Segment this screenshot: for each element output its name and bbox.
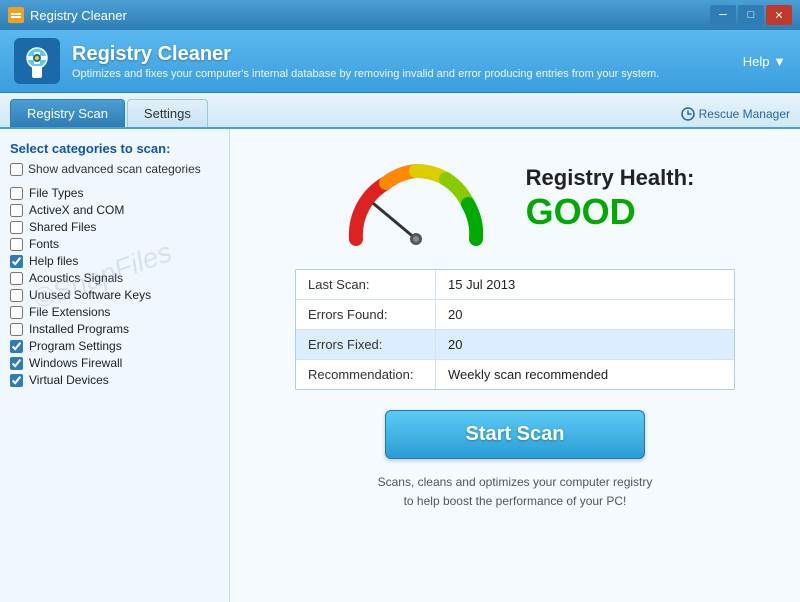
main-content: Select categories to scan: Show advanced… [0, 129, 800, 602]
tab-bar: Registry Scan Settings Rescue Manager [0, 93, 800, 129]
app-subtitle: Optimizes and fixes your computer's inte… [72, 68, 659, 80]
category-checkbox-7[interactable] [10, 306, 23, 319]
app-title: Registry Cleaner [72, 43, 659, 66]
category-item-3[interactable]: Fonts [10, 237, 219, 251]
category-item-0[interactable]: File Types [10, 186, 219, 200]
category-label-8: Installed Programs [29, 322, 129, 336]
stats-value-3: Weekly scan recommended [436, 360, 620, 389]
stats-label-1: Errors Found: [296, 300, 436, 329]
scan-desc-line2: to help boost the performance of your PC… [378, 492, 653, 511]
tab-registry-scan[interactable]: Registry Scan [10, 99, 125, 127]
titlebar: Registry Cleaner ─ □ ✕ [0, 0, 800, 30]
category-item-7[interactable]: File Extensions [10, 305, 219, 319]
minimize-button[interactable]: ─ [710, 5, 736, 25]
category-label-4: Help files [29, 254, 78, 268]
category-label-1: ActiveX and COM [29, 203, 124, 217]
category-list: File Types ActiveX and COM Shared Files Fon… [10, 186, 219, 387]
app-title-block: Registry Cleaner Optimizes and fixes you… [72, 43, 659, 80]
left-panel: Select categories to scan: Show advanced… [0, 129, 230, 602]
category-checkbox-9[interactable] [10, 340, 23, 353]
category-label-3: Fonts [29, 237, 59, 251]
category-checkbox-11[interactable] [10, 374, 23, 387]
category-label-0: File Types [29, 186, 83, 200]
stats-table: Last Scan:15 Jul 2013Errors Found:20Erro… [295, 269, 735, 390]
category-item-4[interactable]: Help files [10, 254, 219, 268]
category-checkbox-4[interactable] [10, 255, 23, 268]
category-label-2: Shared Files [29, 220, 96, 234]
rescue-icon [681, 107, 695, 121]
stats-row-0: Last Scan:15 Jul 2013 [296, 270, 734, 300]
show-advanced-checkbox[interactable] [10, 163, 23, 176]
category-checkbox-8[interactable] [10, 323, 23, 336]
category-label-11: Virtual Devices [29, 373, 109, 387]
scan-desc-line1: Scans, cleans and optimizes your compute… [378, 473, 653, 492]
category-item-6[interactable]: Unused Software Keys [10, 288, 219, 302]
category-item-5[interactable]: Acoustics Signals [10, 271, 219, 285]
category-label-9: Program Settings [29, 339, 122, 353]
health-status: GOOD [526, 191, 695, 233]
maximize-button[interactable]: □ [738, 5, 764, 25]
stats-value-2: 20 [436, 330, 474, 359]
gauge-container [336, 149, 496, 249]
category-checkbox-5[interactable] [10, 272, 23, 285]
stats-value-1: 20 [436, 300, 474, 329]
window-title: Registry Cleaner [30, 8, 127, 23]
rescue-manager-label: Rescue Manager [699, 107, 790, 121]
app-logo [14, 38, 60, 84]
registry-health-label: Registry Health: [526, 165, 695, 191]
select-categories-label: Select categories to scan: [10, 141, 219, 156]
category-label-5: Acoustics Signals [29, 271, 123, 285]
gauge-svg [336, 149, 496, 249]
category-checkbox-3[interactable] [10, 238, 23, 251]
start-scan-button[interactable]: Start Scan [385, 410, 646, 459]
app-header-left: Registry Cleaner Optimizes and fixes you… [14, 38, 659, 84]
window-controls: ─ □ ✕ [710, 5, 792, 25]
category-item-2[interactable]: Shared Files [10, 220, 219, 234]
show-advanced-label: Show advanced scan categories [28, 162, 201, 176]
category-item-8[interactable]: Installed Programs [10, 322, 219, 336]
close-button[interactable]: ✕ [766, 5, 792, 25]
category-checkbox-0[interactable] [10, 187, 23, 200]
tab-settings[interactable]: Settings [127, 99, 208, 127]
stats-row-2: Errors Fixed:20 [296, 330, 734, 360]
right-panel: Registry Health: GOOD Last Scan:15 Jul 2… [230, 129, 800, 602]
show-advanced-checkbox-label[interactable]: Show advanced scan categories [10, 162, 219, 176]
app-header: Registry Cleaner Optimizes and fixes you… [0, 30, 800, 93]
titlebar-left: Registry Cleaner [8, 7, 127, 23]
category-item-10[interactable]: Windows Firewall [10, 356, 219, 370]
help-button[interactable]: Help ▼ [743, 54, 786, 69]
category-label-10: Windows Firewall [29, 356, 122, 370]
gauge-health-row: Registry Health: GOOD [336, 149, 695, 249]
category-label-6: Unused Software Keys [29, 288, 151, 302]
rescue-manager-button[interactable]: Rescue Manager [681, 107, 790, 127]
stats-label-0: Last Scan: [296, 270, 436, 299]
category-label-7: File Extensions [29, 305, 110, 319]
category-checkbox-2[interactable] [10, 221, 23, 234]
category-item-9[interactable]: Program Settings [10, 339, 219, 353]
category-checkbox-10[interactable] [10, 357, 23, 370]
health-block: Registry Health: GOOD [526, 165, 695, 233]
stats-label-3: Recommendation: [296, 360, 436, 389]
scan-description: Scans, cleans and optimizes your compute… [378, 473, 653, 511]
stats-row-3: Recommendation:Weekly scan recommended [296, 360, 734, 389]
stats-row-1: Errors Found:20 [296, 300, 734, 330]
category-checkbox-6[interactable] [10, 289, 23, 302]
category-item-11[interactable]: Virtual Devices [10, 373, 219, 387]
stats-label-2: Errors Fixed: [296, 330, 436, 359]
tabs: Registry Scan Settings [10, 99, 208, 127]
app-icon [8, 7, 24, 23]
category-item-1[interactable]: ActiveX and COM [10, 203, 219, 217]
category-checkbox-1[interactable] [10, 204, 23, 217]
stats-value-0: 15 Jul 2013 [436, 270, 527, 299]
